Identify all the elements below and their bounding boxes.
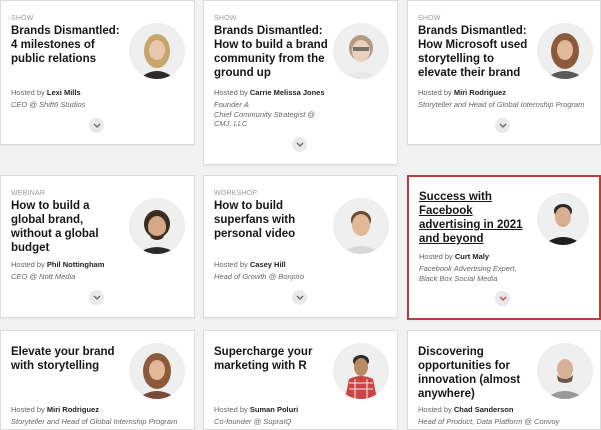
host-name: Phil Nottingham	[46, 260, 105, 269]
event-title[interactable]: Brands Dismantled: How Microsoft used st…	[418, 24, 534, 80]
event-type-tag: SHOW	[418, 15, 441, 22]
host-line: Hosted by Carrie Melissa Jones	[214, 88, 325, 97]
event-title[interactable]: Brands Dismantled: How to build a brand …	[214, 24, 332, 80]
host-avatar	[333, 343, 389, 399]
event-card[interactable]: Discovering opportunities for innovation…	[407, 330, 601, 430]
chevron-down-icon	[296, 295, 303, 300]
host-role: Founder & Chief Community Strategist @ C…	[214, 100, 315, 128]
host-line: Hosted by Casey Hill	[214, 260, 286, 269]
host-avatar	[537, 193, 589, 245]
event-type-tag: SHOW	[11, 15, 34, 22]
expand-button[interactable]	[89, 118, 104, 133]
event-title-link[interactable]: Success with Facebook advertising in 202…	[419, 190, 531, 246]
event-title[interactable]: Discovering opportunities for innovation…	[418, 345, 530, 401]
host-line: Hosted by Suman Poluri	[214, 405, 299, 414]
host-role: CEO @ Shift6 Studios	[11, 100, 86, 109]
chevron-down-icon	[296, 142, 303, 147]
event-card[interactable]: SHOW Brands Dismantled: 4 milestones of …	[0, 0, 195, 145]
host-role: Facebook Advertising Expert, Black Box S…	[419, 264, 517, 283]
chevron-down-icon	[93, 123, 100, 128]
event-type-tag: WORKSHOP	[214, 190, 258, 197]
host-avatar	[333, 198, 389, 254]
expand-button[interactable]	[495, 291, 510, 306]
expand-button[interactable]	[495, 118, 510, 133]
host-avatar	[129, 343, 185, 399]
event-type-tag: SHOW	[214, 15, 237, 22]
chevron-down-icon	[499, 123, 506, 128]
expand-button[interactable]	[292, 137, 307, 152]
host-line: Hosted by Miri Rodriguez	[11, 405, 99, 414]
event-type-tag: WEBINAR	[11, 190, 46, 197]
event-card[interactable]: Supercharge your marketing with R Hosted…	[203, 330, 398, 430]
event-title[interactable]: Brands Dismantled: 4 milestones of publi…	[11, 24, 126, 66]
host-avatar	[537, 343, 593, 399]
host-name: Lexi Mills	[46, 88, 81, 97]
host-line: Hosted by Lexi Mills	[11, 88, 81, 97]
expand-button[interactable]	[89, 290, 104, 305]
host-name: Chad Sanderson	[453, 405, 514, 414]
host-name: Suman Poluri	[249, 405, 299, 414]
host-name: Casey Hill	[249, 260, 286, 269]
event-card[interactable]: WEBINAR How to build a global brand, wit…	[0, 175, 195, 318]
chevron-down-icon	[499, 296, 506, 301]
event-card-selected[interactable]: Success with Facebook advertising in 202…	[407, 175, 601, 320]
expand-button[interactable]	[292, 290, 307, 305]
event-card[interactable]: SHOW Brands Dismantled: How to build a b…	[203, 0, 398, 165]
host-name: Carrie Melissa Jones	[249, 88, 325, 97]
event-card[interactable]: Elevate your brand with storytelling Hos…	[0, 330, 195, 430]
host-avatar	[129, 198, 185, 254]
event-title[interactable]: Supercharge your marketing with R	[214, 345, 332, 373]
host-avatar	[129, 23, 185, 79]
event-title[interactable]: How to build superfans with personal vid…	[214, 199, 326, 241]
host-role: Head of Growth @ Bonjoro	[214, 272, 305, 281]
host-avatar	[537, 23, 593, 79]
chevron-down-icon	[93, 295, 100, 300]
event-title[interactable]: Elevate your brand with storytelling	[11, 345, 123, 373]
host-name: Miri Rodriguez	[453, 88, 506, 97]
event-card[interactable]: WORKSHOP How to build superfans with per…	[203, 175, 398, 318]
host-name: Curt Maly	[454, 252, 490, 261]
event-card[interactable]: SHOW Brands Dismantled: How Microsoft us…	[407, 0, 601, 145]
event-title[interactable]: How to build a global brand, without a g…	[11, 199, 126, 255]
host-line: Hosted by Phil Nottingham	[11, 260, 105, 269]
host-line: Hosted by Miri Rodriguez	[418, 88, 506, 97]
host-line: Hosted by Chad Sanderson	[418, 405, 514, 414]
host-role: CEO @ Nott Media	[11, 272, 76, 281]
host-avatar	[333, 23, 389, 79]
host-role: Storyteller and Head of Global Internshi…	[418, 100, 585, 109]
host-line: Hosted by Curt Maly	[419, 252, 490, 261]
host-name: Miri Rodriguez	[46, 405, 99, 414]
